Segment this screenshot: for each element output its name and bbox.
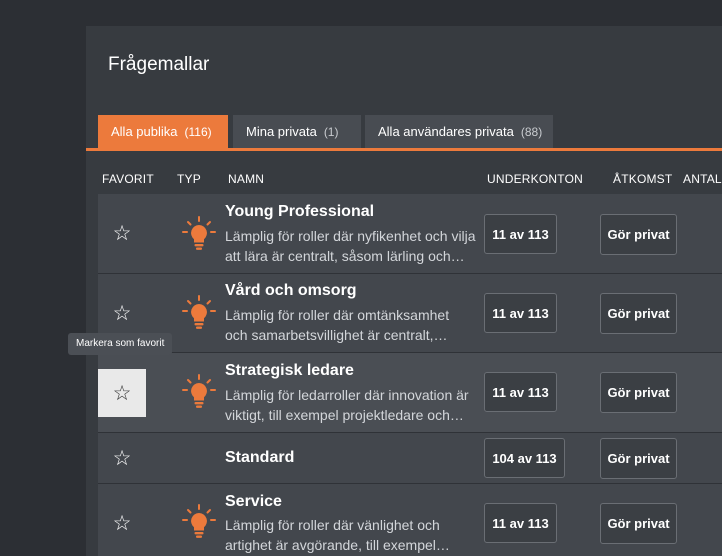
tab-all-users-private[interactable]: Alla användares privata (88)	[365, 115, 553, 148]
lightbulb-icon	[182, 504, 216, 538]
column-count[interactable]: ANTAL	[683, 172, 722, 186]
subaccounts-button[interactable]: 11 av 113	[484, 214, 557, 254]
make-private-button[interactable]: Gör privat	[600, 293, 677, 334]
column-access[interactable]: ÅTKOMST	[613, 172, 672, 186]
template-name[interactable]: Vård och omsorg	[225, 282, 357, 300]
description-line: viktigt, till exempel projektledare och…	[225, 407, 464, 423]
template-name[interactable]: Strategisk ledare	[225, 362, 354, 380]
description-line: Lämplig för roller där nyfikenhet och vi…	[225, 228, 476, 244]
tab-my-private[interactable]: Mina privata (1)	[233, 115, 361, 148]
make-private-button[interactable]: Gör privat	[600, 372, 677, 413]
column-favorite[interactable]: FAVORIT	[102, 172, 154, 186]
make-private-button[interactable]: Gör privat	[600, 503, 677, 544]
star-icon[interactable]: ☆	[113, 513, 132, 534]
column-name[interactable]: NAMN	[228, 172, 264, 186]
app-sidebar-area	[0, 0, 86, 556]
table-header: FAVORIT TYP NAMN UNDERKONTON ÅTKOMST ANT…	[86, 166, 722, 194]
tab-label: Alla publika	[111, 124, 178, 139]
favorite-toggle[interactable]: ☆	[98, 194, 146, 273]
favorite-toggle[interactable]: ☆	[98, 369, 146, 417]
lightbulb-icon	[182, 374, 216, 408]
table-row[interactable]: ☆ Standard 104 av 113 Gör privat	[98, 433, 722, 484]
star-icon[interactable]: ☆	[113, 223, 132, 244]
column-type[interactable]: TYP	[177, 172, 201, 186]
tab-count: (116)	[184, 125, 212, 139]
tab-label: Alla användares privata	[378, 124, 514, 139]
table-row[interactable]: ☆ Strategisk ledare Lämplig för ledarrol…	[98, 353, 722, 433]
favorite-toggle[interactable]: ☆	[98, 484, 146, 556]
description-line: Lämplig för ledarroller där innovation ä…	[225, 387, 469, 403]
table-row[interactable]: ☆ Young Professional Lämplig för roller …	[98, 194, 722, 274]
tab-label: Mina privata	[246, 124, 317, 139]
template-description: Lämplig för roller där vänlighet och art…	[225, 515, 483, 555]
tab-count: (88)	[520, 125, 543, 139]
tab-underline	[86, 148, 722, 151]
tab-count: (1)	[323, 125, 339, 139]
description-line: och samarbetsvillighet är centralt,…	[225, 327, 448, 343]
table-row[interactable]: ☆ Service Lämplig för roller där vänligh…	[98, 484, 722, 556]
lightbulb-icon	[182, 295, 216, 329]
star-icon[interactable]: ☆	[113, 303, 132, 324]
template-name[interactable]: Service	[225, 493, 282, 511]
star-icon[interactable]: ☆	[113, 383, 132, 404]
make-private-button[interactable]: Gör privat	[600, 214, 677, 255]
subaccounts-button[interactable]: 104 av 113	[484, 438, 565, 478]
template-description: Lämplig för roller där nyfikenhet och vi…	[225, 226, 483, 266]
description-line: artighet är avgörande, till exempel…	[225, 537, 450, 553]
template-description: Lämplig för ledarroller där innovation ä…	[225, 385, 483, 425]
template-name[interactable]: Young Professional	[225, 203, 374, 221]
tab-all-public[interactable]: Alla publika (116)	[98, 115, 228, 148]
lightbulb-icon	[182, 216, 216, 250]
star-icon[interactable]: ☆	[113, 448, 132, 469]
subaccounts-button[interactable]: 11 av 113	[484, 293, 557, 333]
subaccounts-button[interactable]: 11 av 113	[484, 503, 557, 543]
description-line: att lära är centralt, såsom lärling och…	[225, 248, 465, 264]
favorite-tooltip: Markera som favorit	[68, 333, 173, 355]
table-row[interactable]: ☆ Vård och omsorg Lämplig för roller där…	[98, 274, 722, 353]
column-subaccounts[interactable]: UNDERKONTON	[487, 172, 583, 186]
make-private-button[interactable]: Gör privat	[600, 438, 677, 479]
templates-panel: Frågemallar Alla publika (116) Mina priva…	[86, 26, 722, 556]
template-name[interactable]: Standard	[225, 449, 294, 467]
page-title: Frågemallar	[108, 54, 210, 75]
description-line: Lämplig för roller där omtänksamhet	[225, 307, 450, 323]
subaccounts-button[interactable]: 11 av 113	[484, 372, 557, 412]
description-line: Lämplig för roller där vänlighet och	[225, 517, 440, 533]
favorite-toggle[interactable]: ☆	[98, 433, 146, 483]
template-description: Lämplig för roller där omtänksamhet och …	[225, 305, 483, 345]
